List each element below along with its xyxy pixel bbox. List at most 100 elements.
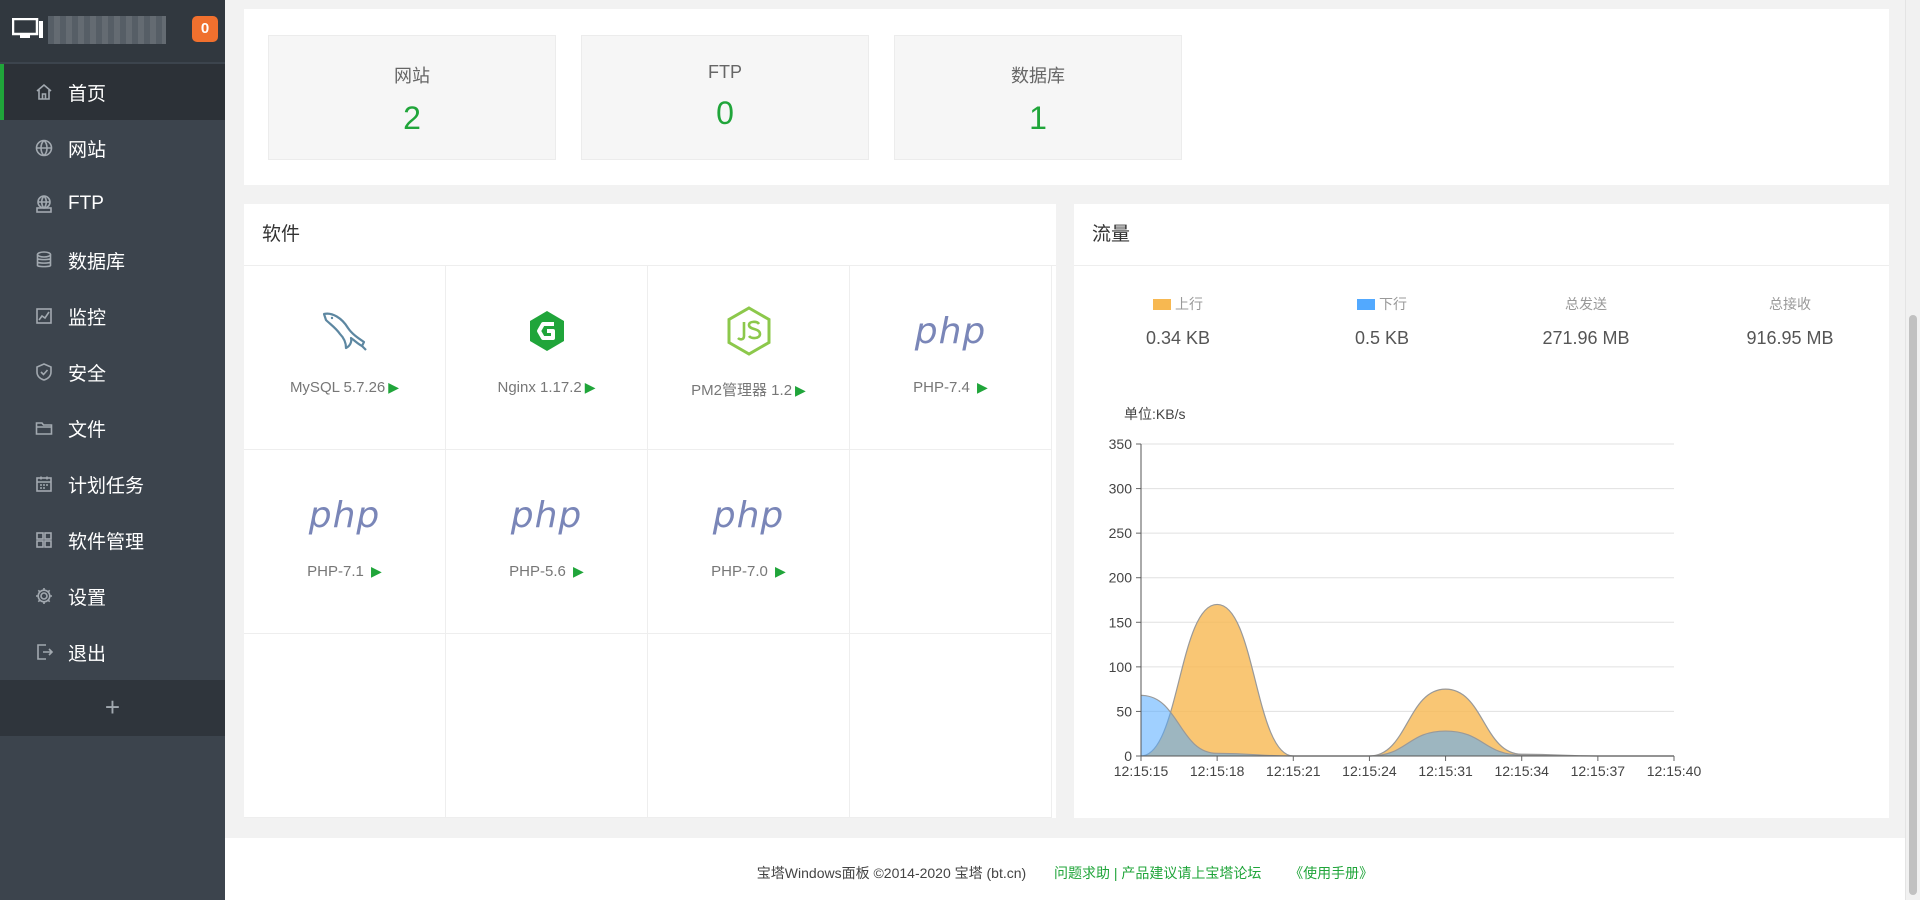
download-legend-swatch	[1357, 298, 1375, 310]
software-item-name: PHP-7.4	[913, 379, 970, 396]
shield-icon	[34, 362, 54, 382]
x-tick-label: 12:15:24	[1342, 763, 1397, 779]
chart-unit-label: 单位:KB/s	[1124, 406, 1186, 422]
nodejs-icon	[727, 306, 770, 356]
monitor-icon	[12, 18, 43, 38]
x-tick-label: 12:15:15	[1114, 763, 1169, 779]
software-item-name: PM2管理器 1.2	[691, 382, 793, 399]
upload-area-series	[1141, 604, 1674, 756]
stat-ftp[interactable]: FTP 0	[581, 35, 869, 160]
sidebar-item-ftp[interactable]: FTP	[0, 176, 225, 232]
software-item-mysql[interactable]: MySQL 5.7.26 ▶	[244, 266, 446, 450]
sidebar-item-label: 网站	[68, 139, 107, 161]
home-icon	[34, 82, 54, 102]
software-item-pm2[interactable]: PM2管理器 1.2 ▶	[648, 266, 850, 450]
stat-value: 1	[1029, 100, 1047, 136]
mysql-dolphin-icon	[322, 312, 367, 351]
sidebar-menu: 首页 网站 FTP 数据库 监控 安全 文件 计划任务 软件管理 设置 退出	[0, 64, 225, 680]
software-item-php71[interactable]: php PHP-7.1 ▶	[244, 450, 446, 634]
play-icon[interactable]: ▶	[573, 563, 584, 579]
nginx-icon	[529, 311, 564, 351]
download-value: 0.5 KB	[1354, 328, 1410, 348]
software-slot-empty	[850, 634, 1052, 818]
software-item-name: PHP-7.1	[307, 563, 364, 580]
sidebar-item-label: 设置	[68, 587, 107, 609]
database-icon	[34, 250, 54, 270]
stat-value: 0	[716, 95, 734, 131]
sidebar-item-settings[interactable]: 设置	[0, 568, 225, 624]
y-tick-label: 350	[1109, 436, 1133, 452]
x-tick-label: 12:15:34	[1494, 763, 1549, 779]
x-tick-label: 12:15:37	[1571, 763, 1626, 779]
software-item-php56[interactable]: php PHP-5.6 ▶	[446, 450, 648, 634]
software-item-name: PHP-7.0	[711, 563, 768, 580]
notification-badge[interactable]: 0	[192, 16, 218, 42]
sidebar-item-security[interactable]: 安全	[0, 344, 225, 400]
stat-label: 数据库	[1011, 66, 1065, 86]
software-slot-empty	[446, 634, 648, 818]
upload-value: 0.34 KB	[1145, 328, 1211, 348]
total-received-value: 916.95 MB	[1746, 328, 1834, 348]
monitor-chart-icon	[34, 306, 54, 326]
software-item-php70[interactable]: php PHP-7.0 ▶	[648, 450, 850, 634]
traffic-download: 下行 0.5 KB	[1282, 294, 1482, 349]
main-content: 网站 2 FTP 0 数据库 1 软件 MySQL 5.7.26 ▶ Nginx…	[225, 0, 1905, 900]
sidebar-item-files[interactable]: 文件	[0, 400, 225, 456]
page-scrollbar[interactable]	[1905, 0, 1920, 900]
traffic-panel-title: 流量	[1074, 204, 1889, 266]
stat-value: 2	[403, 100, 421, 136]
stat-label: FTP	[708, 62, 742, 82]
sidebar-item-label: 计划任务	[68, 475, 145, 497]
software-item-nginx[interactable]: Nginx 1.17.2 ▶	[446, 266, 648, 450]
software-item-name: Nginx 1.17.2	[497, 379, 582, 396]
stat-label: 网站	[394, 66, 430, 86]
sidebar-item-label: 首页	[68, 83, 107, 105]
php-logo: php	[914, 310, 987, 352]
footer-manual-link[interactable]: 《使用手册》	[1289, 865, 1373, 881]
sidebar-item-label: 监控	[68, 307, 107, 329]
sidebar-item-monitor[interactable]: 监控	[0, 288, 225, 344]
stat-databases[interactable]: 数据库 1	[894, 35, 1182, 160]
y-tick-label: 0	[1124, 748, 1132, 764]
x-tick-label: 12:15:18	[1190, 763, 1245, 779]
play-icon[interactable]: ▶	[371, 563, 382, 579]
globe-icon	[34, 138, 54, 158]
sidebar-item-label: FTP	[68, 193, 104, 214]
x-tick-label: 12:15:31	[1418, 763, 1473, 779]
traffic-chart: 单位:KB/s 0 50 100 150 200 250 300 350 12:15:15 12:…	[1074, 399, 1889, 799]
sidebar-item-website[interactable]: 网站	[0, 120, 225, 176]
play-icon[interactable]: ▶	[388, 379, 399, 395]
overview-stats-panel: 网站 2 FTP 0 数据库 1	[244, 0, 1889, 185]
sidebar-item-software[interactable]: 软件管理	[0, 512, 225, 568]
software-panel-title: 软件	[244, 204, 1056, 266]
scrollbar-thumb[interactable]	[1909, 315, 1917, 895]
traffic-upload: 上行 0.34 KB	[1078, 294, 1278, 349]
software-slot-empty	[648, 634, 850, 818]
play-icon[interactable]: ▶	[977, 379, 988, 395]
software-item-php74[interactable]: php PHP-7.4 ▶	[850, 266, 1052, 450]
sidebar-item-logout[interactable]: 退出	[0, 624, 225, 680]
play-icon[interactable]: ▶	[795, 382, 806, 398]
sidebar-item-database[interactable]: 数据库	[0, 232, 225, 288]
y-tick-label: 100	[1109, 659, 1133, 675]
footer-help-link[interactable]: 问题求助 | 产品建议请上宝塔论坛	[1054, 865, 1261, 881]
software-slot-empty	[850, 450, 1052, 634]
sidebar-item-label: 文件	[68, 419, 107, 441]
stat-websites[interactable]: 网站 2	[268, 35, 556, 160]
x-tick-label: 12:15:21	[1266, 763, 1321, 779]
software-slot-empty	[244, 634, 446, 818]
sidebar-item-cron[interactable]: 计划任务	[0, 456, 225, 512]
php-logo: php	[308, 494, 381, 536]
play-icon[interactable]: ▶	[585, 379, 596, 395]
ftp-icon	[34, 194, 54, 214]
php-logo: php	[712, 494, 785, 536]
sidebar-item-home[interactable]: 首页	[0, 64, 225, 120]
sidebar-add-button[interactable]: +	[0, 680, 225, 736]
server-name-blurred	[48, 16, 166, 44]
y-tick-label: 50	[1116, 703, 1132, 719]
upload-label: 上行	[1175, 296, 1203, 312]
play-icon[interactable]: ▶	[775, 563, 786, 579]
software-grid: MySQL 5.7.26 ▶ Nginx 1.17.2 ▶ PM2管理器 1.2…	[244, 266, 1056, 818]
y-tick-label: 150	[1109, 614, 1133, 630]
footer-copyright: 宝塔Windows面板 ©2014-2020 宝塔 (bt.cn)	[756, 865, 1027, 881]
